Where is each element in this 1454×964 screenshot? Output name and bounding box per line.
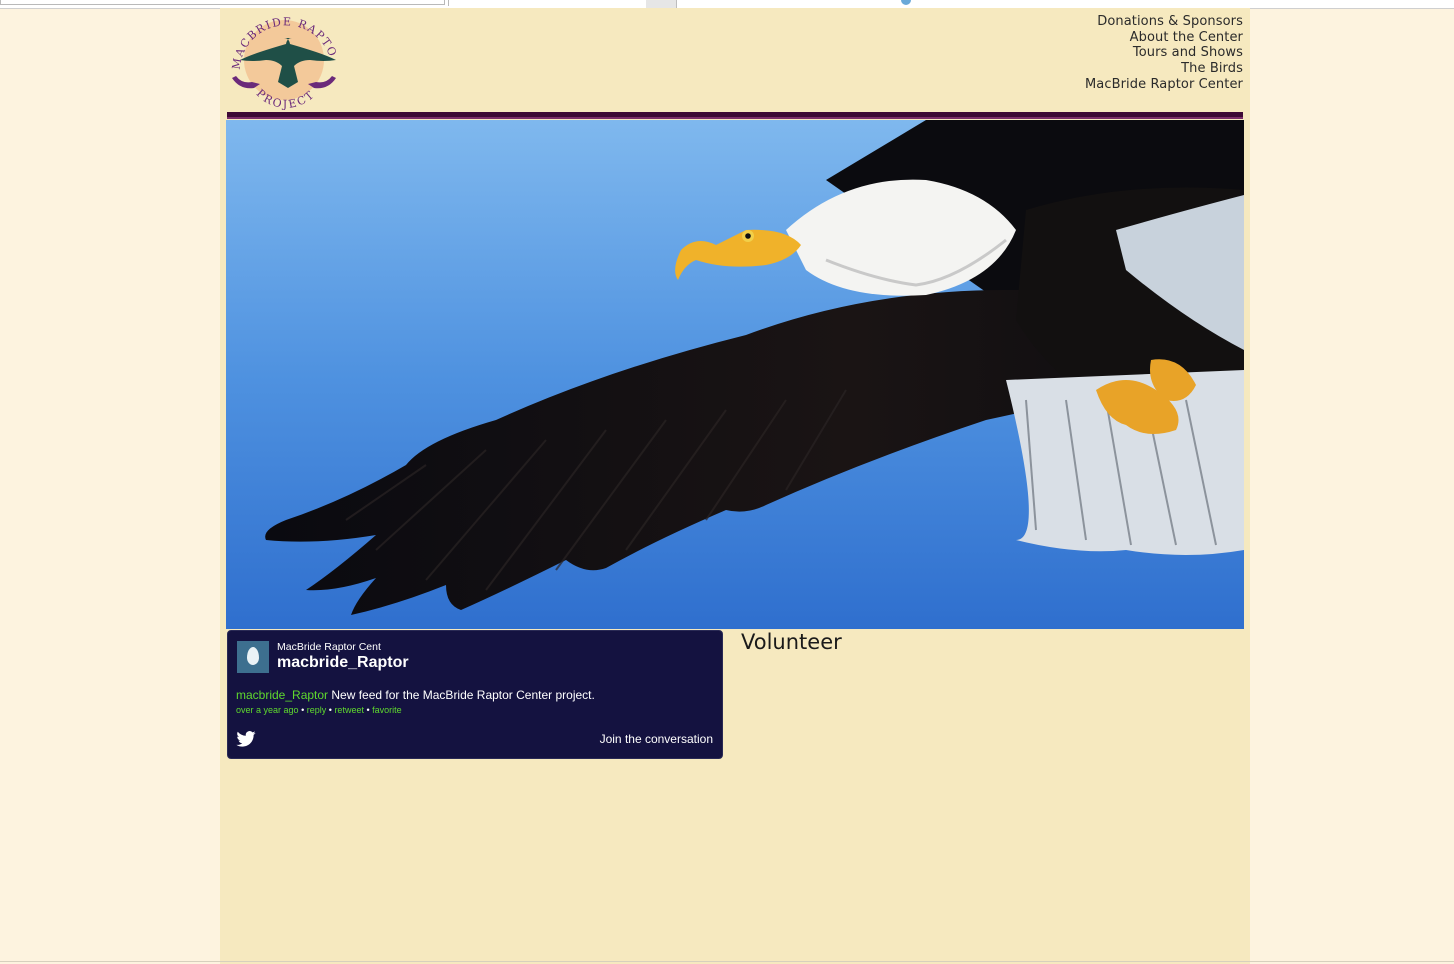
nav-the-birds[interactable]: The Birds [1085,61,1243,77]
tweet-retweet-link[interactable]: retweet [334,705,364,715]
twitter-widget: MacBride Raptor Cent macbride_Raptor mac… [227,630,723,759]
tweet-text: macbride_Raptor New feed for the MacBrid… [236,688,595,702]
twitter-avatar[interactable] [237,641,269,673]
new-tab-button[interactable] [646,0,677,8]
macbride-logo[interactable]: MACBRIDE RAPTOR PROJECT [221,0,342,112]
twitter-handle[interactable]: macbride_Raptor [277,654,409,672]
bottom-edge-line [0,961,1454,962]
tab-favicon-icon [901,0,911,5]
tweet-favorite-link[interactable]: favorite [372,705,402,715]
tweet-body: New feed for the MacBride Raptor Center … [328,688,595,702]
main-nav: Donations & Sponsors About the Center To… [1085,14,1243,93]
page-container: MACBRIDE RAPTOR PROJECT Donations & Spon… [220,0,1250,964]
twitter-bird-icon[interactable] [236,731,256,747]
address-field-edge[interactable] [0,0,445,5]
header-divider [227,112,1243,119]
volunteer-heading: Volunteer [741,630,842,654]
nav-about-center[interactable]: About the Center [1085,30,1243,46]
join-conversation-link[interactable]: Join the conversation [600,732,713,746]
tweet-user-link[interactable]: macbride_Raptor [236,688,328,702]
tweet-time-link[interactable]: over a year ago [236,705,299,715]
egg-avatar-icon [247,647,259,665]
nav-tours-shows[interactable]: Tours and Shows [1085,45,1243,61]
tweet-reply-link[interactable]: reply [307,705,327,715]
nav-macbride-raptor-center[interactable]: MacBride Raptor Center [1085,77,1243,93]
tweet-meta: over a year ago • reply • retweet • favo… [236,705,402,715]
twitter-display-name[interactable]: MacBride Raptor Cent [277,641,381,653]
browser-tab-edge[interactable] [448,0,911,6]
nav-donations-sponsors[interactable]: Donations & Sponsors [1085,14,1243,30]
hero-eagle-image [226,120,1244,629]
